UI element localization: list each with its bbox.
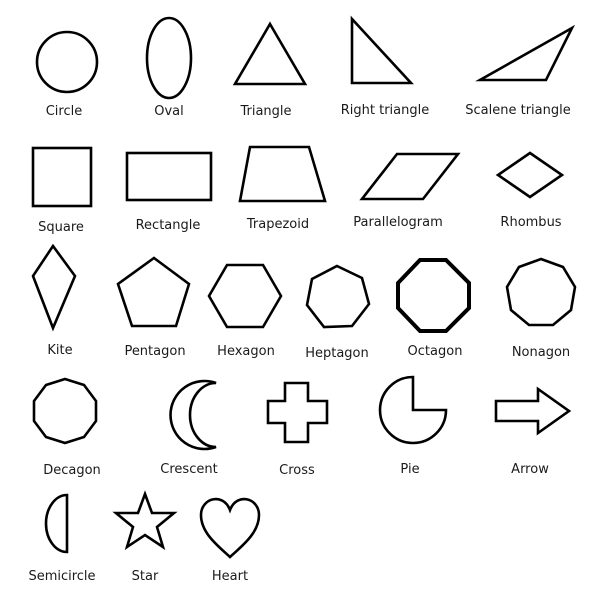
cross-label: Cross [279,463,315,478]
nonagon-shape [505,257,577,327]
right-triangle-label: Right triangle [341,103,430,118]
circle-label: Circle [46,104,83,119]
cross-shape [266,381,329,444]
kite-shape [31,243,77,332]
decagon-label: Decagon [43,463,101,478]
star-label: Star [132,569,159,584]
crescent-label: Crescent [160,462,217,477]
star-shape [112,490,178,551]
arrow-shape [494,386,572,436]
arrow-label: Arrow [511,462,549,477]
parallelogram-shape [359,152,461,201]
rhombus-label: Rhombus [500,215,561,230]
nonagon-label: Nonagon [512,345,570,360]
semicircle-label: Semicircle [28,569,95,584]
rectangle-shape [125,151,213,202]
hexagon-shape [207,263,283,329]
circle-shape [35,30,99,94]
crescent-shape [169,379,217,451]
heart-shape [199,497,261,559]
heptagon-label: Heptagon [305,346,369,361]
decagon-shape [32,377,98,445]
scalene-triangle-label: Scalene triangle [465,103,570,118]
scalene-triangle-shape [475,24,576,82]
heptagon-shape [305,264,371,329]
octagon-label: Octagon [408,344,463,359]
rhombus-shape [495,151,565,199]
oval-shape [145,16,193,100]
square-shape [31,146,93,208]
pie-shape [378,375,448,445]
heart-label: Heart [212,569,248,584]
right-triangle-shape [350,15,414,85]
kite-label: Kite [47,343,72,358]
parallelogram-label: Parallelogram [353,215,443,230]
pentagon-shape [116,256,191,328]
pentagon-label: Pentagon [124,344,185,359]
rectangle-label: Rectangle [136,218,201,233]
trapezoid-shape [238,145,327,203]
semicircle-shape [44,493,69,554]
triangle-shape [232,21,308,86]
octagon-shape [396,258,471,333]
square-label: Square [38,220,84,235]
pie-label: Pie [400,462,419,477]
triangle-label: Triangle [239,104,291,119]
trapezoid-label: Trapezoid [246,217,309,232]
shapes-chart: Circle Oval Triangle Right triangle Scal… [28,15,577,584]
oval-label: Oval [154,104,184,119]
hexagon-label: Hexagon [217,344,275,359]
